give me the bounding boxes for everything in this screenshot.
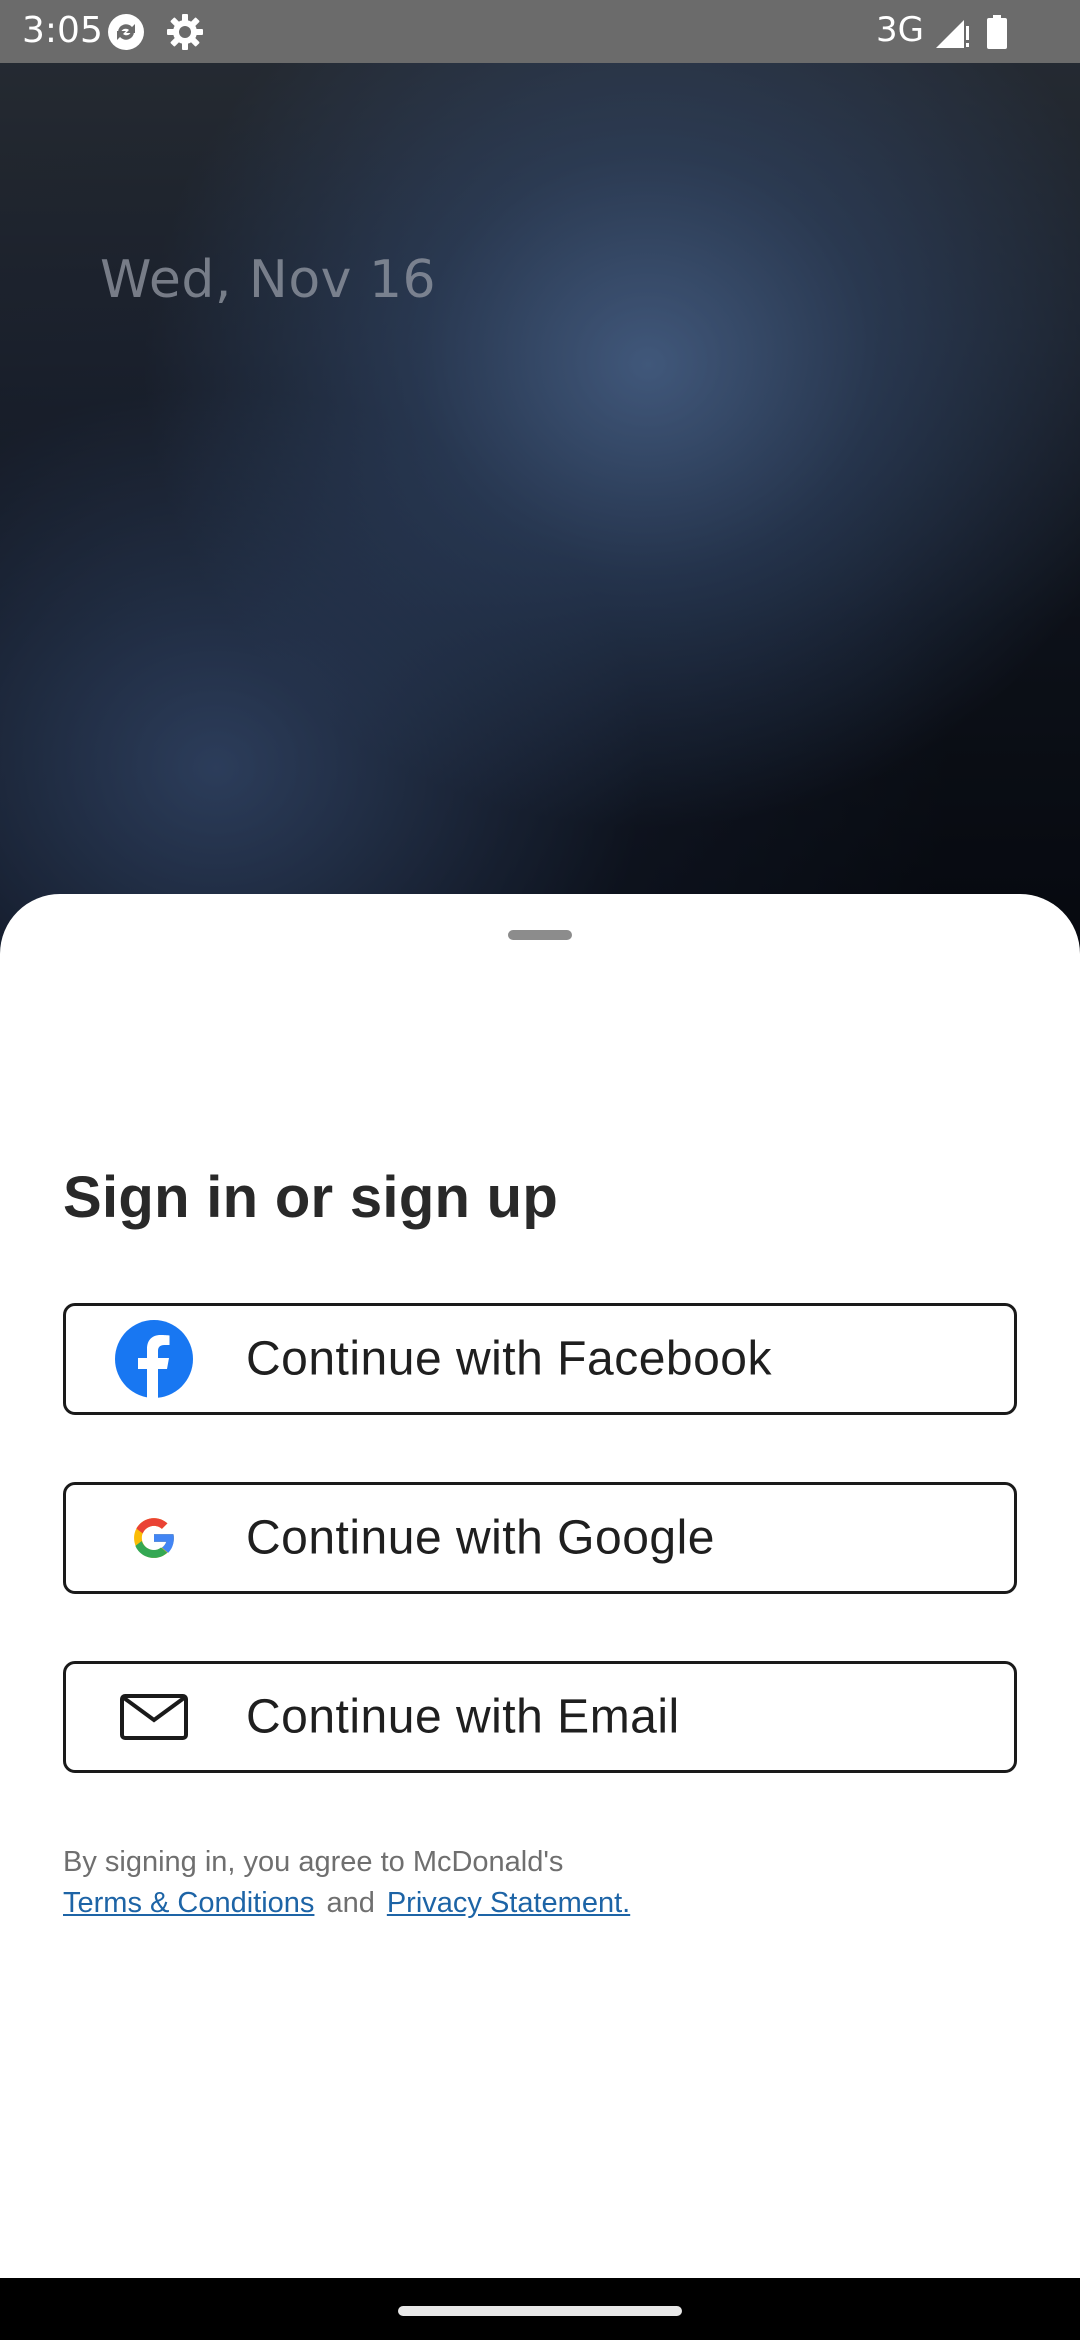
continue-with-facebook-button[interactable]: Continue with Facebook — [63, 1303, 1017, 1415]
sync-icon — [106, 12, 146, 52]
google-button-label: Continue with Google — [246, 1511, 715, 1565]
legal-notice: By signing in, you agree to McDonald's T… — [63, 1842, 1017, 1924]
sign-in-bottom-sheet: Sign in or sign up Continue with Faceboo… — [0, 894, 1080, 2278]
drag-handle[interactable] — [508, 930, 572, 940]
scrim-overlay — [0, 0, 1080, 960]
legal-prefix: By signing in, you agree to McDonald's — [63, 1846, 564, 1878]
sheet-title: Sign in or sign up — [63, 1165, 559, 1230]
continue-with-google-button[interactable]: Continue with Google — [63, 1482, 1017, 1594]
terms-and-conditions-link[interactable]: Terms & Conditions — [63, 1887, 314, 1919]
status-time: 3:05 — [22, 10, 103, 51]
navigation-bar — [0, 2278, 1080, 2340]
email-button-label: Continue with Email — [246, 1690, 680, 1744]
facebook-button-label: Continue with Facebook — [246, 1332, 772, 1386]
privacy-statement-link[interactable]: Privacy Statement. — [387, 1887, 630, 1919]
signal-icon — [934, 14, 970, 50]
facebook-icon — [114, 1319, 194, 1399]
lockscreen-date: Wed, Nov 16 — [100, 250, 437, 310]
battery-icon — [987, 15, 1007, 49]
status-bar: 3:05 3G — [0, 0, 1080, 63]
home-gesture-handle[interactable] — [398, 2306, 682, 2316]
gear-icon — [165, 12, 205, 52]
google-icon — [114, 1498, 194, 1578]
email-icon — [114, 1677, 194, 1757]
network-type: 3G — [876, 10, 924, 50]
legal-conjunction: and — [326, 1887, 375, 1919]
continue-with-email-button[interactable]: Continue with Email — [63, 1661, 1017, 1773]
